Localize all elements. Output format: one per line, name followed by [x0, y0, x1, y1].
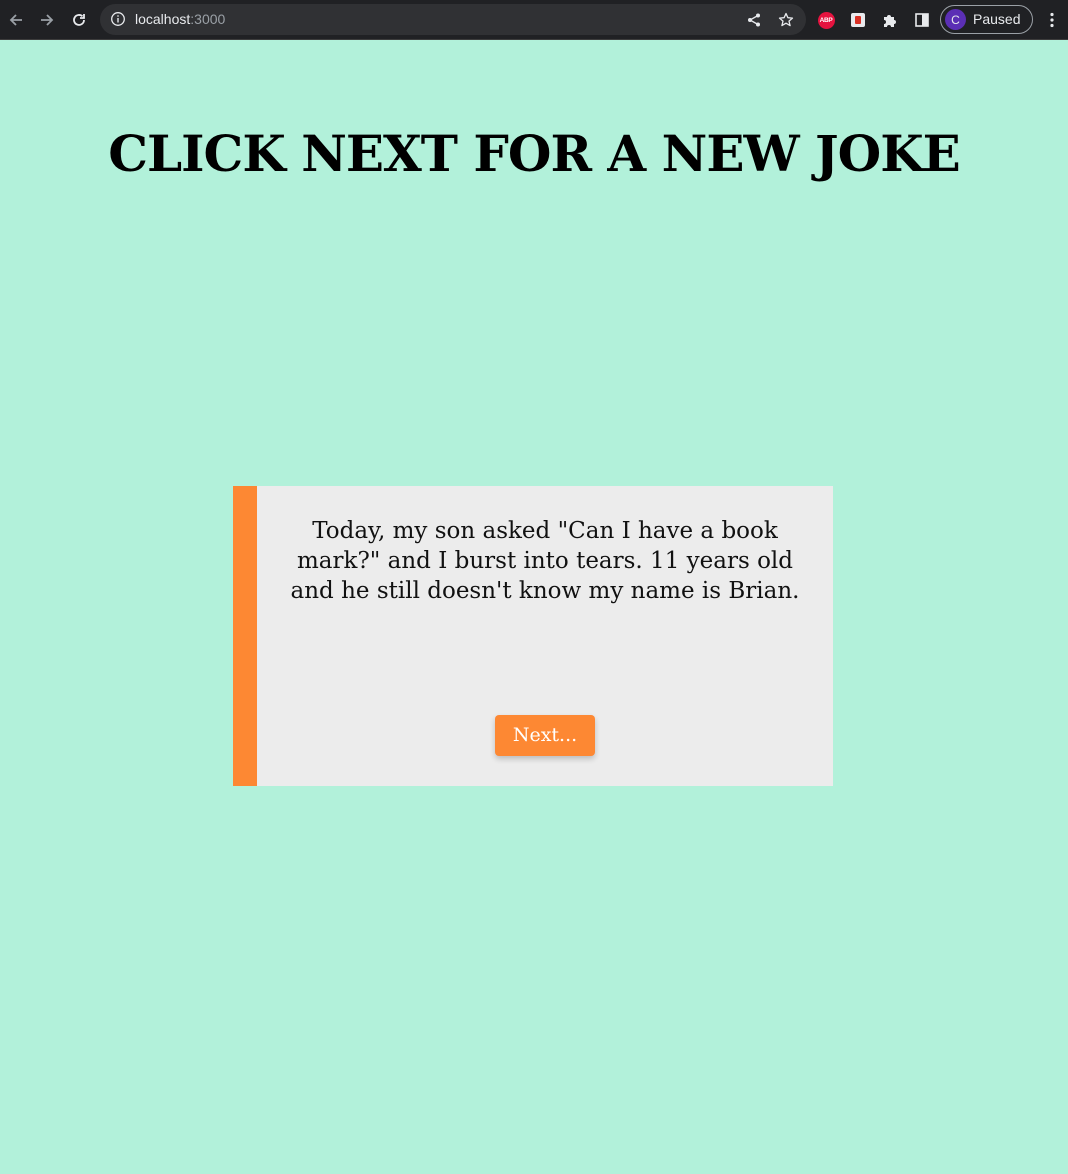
profile-status: Paused: [973, 11, 1021, 27]
reload-icon[interactable]: [67, 8, 91, 32]
extension-icon[interactable]: [848, 10, 868, 30]
forward-arrow-icon[interactable]: [35, 8, 59, 32]
kebab-menu-icon[interactable]: [1042, 10, 1062, 30]
share-icon[interactable]: [745, 11, 763, 29]
page-title: CLICK NEXT FOR A NEW JOKE: [108, 124, 961, 183]
card-accent-bar: [233, 486, 257, 786]
joke-text: Today, my son asked "Can I have a book m…: [290, 518, 800, 604]
avatar: C: [945, 9, 966, 30]
url-text[interactable]: localhost:3000: [135, 11, 225, 28]
side-panel-icon[interactable]: [912, 10, 932, 30]
url-port: :3000: [190, 11, 226, 27]
profile-button[interactable]: C Paused: [940, 5, 1033, 34]
abp-badge: ABP: [817, 11, 835, 29]
puzzle-extensions-icon[interactable]: [880, 10, 900, 30]
url-host: localhost: [135, 11, 191, 27]
browser-toolbar: localhost:3000 ABP C Paused: [0, 0, 1068, 40]
abp-icon[interactable]: ABP: [816, 10, 836, 30]
bookmark-star-icon[interactable]: [777, 11, 795, 29]
next-button[interactable]: Next...: [495, 715, 595, 756]
site-info-icon[interactable]: [110, 11, 126, 27]
back-arrow-icon[interactable]: [4, 8, 28, 32]
joke-card: Today, my son asked "Can I have a book m…: [233, 486, 833, 786]
address-bar[interactable]: localhost:3000: [100, 4, 806, 35]
